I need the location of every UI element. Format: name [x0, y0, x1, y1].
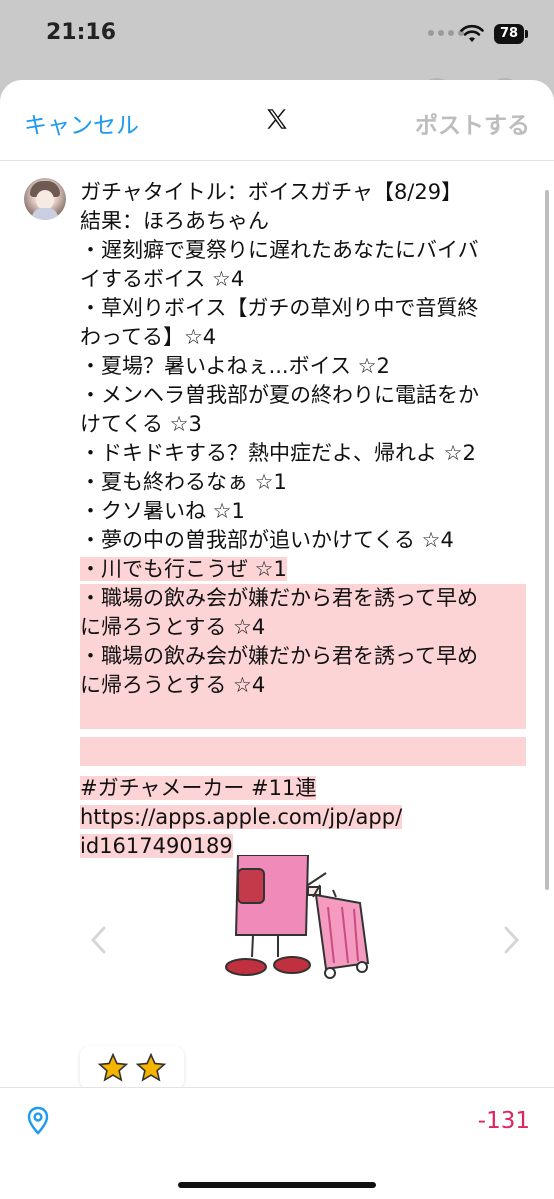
- cancel-button[interactable]: キャンセル: [24, 106, 139, 140]
- compose-sheet: キャンセル ポストする ガチャタイトル：ボイスガチャ【8/29】 結果：ほろあちゃ…: [0, 80, 554, 1199]
- star-icon: [97, 1052, 129, 1082]
- tweet-highlighted-text: ・川でも行こうぜ ☆1 ・職場の飲み会が嫌だから君を誘って早め に帰ろうとする ☆4…: [80, 555, 526, 861]
- tweet-line-highlighted: に帰ろうとする ☆4: [80, 671, 526, 700]
- tweet-line-highlighted: ・川でも行こうぜ ☆1: [80, 555, 526, 584]
- tweet-line: イするボイス ☆4: [80, 267, 245, 291]
- tweet-line: ・ドキドキする？熱中症だよ、帰れよ ☆2: [80, 441, 476, 465]
- tweet-line: ・夏も終わるなぁ ☆1: [80, 470, 287, 494]
- tweet-text-editor[interactable]: ガチャタイトル：ボイスガチャ【8/29】 結果：ほろあちゃん・遅刻癖で夏祭りに遅れ…: [80, 178, 526, 861]
- cellular-signal-icon: [428, 30, 464, 36]
- tweet-line: ・遅刻癖で夏祭りに遅れたあなたにバイバ: [80, 238, 479, 262]
- compose-toolbar: -131: [0, 1087, 554, 1199]
- character-count: -131: [477, 1108, 530, 1134]
- highlighted-text: に帰ろうとする ☆4: [80, 671, 526, 700]
- status-time: 21:16: [46, 20, 117, 45]
- battery-tip: [525, 30, 528, 38]
- tweet-line: ・メンヘラ曽我部が夏の終わりに電話をか: [80, 383, 479, 407]
- tweet-line: 結果：ほろあちゃん: [80, 209, 269, 233]
- gacha-image: [225, 855, 370, 979]
- highlighted-text: [80, 737, 526, 766]
- star-icon: [135, 1052, 167, 1082]
- tweet-line-highlighted: に帰ろうとする ☆4: [80, 613, 526, 642]
- highlighted-text: ・職場の飲み会が嫌だから君を誘って早め: [80, 584, 526, 613]
- wifi-icon: [460, 24, 484, 42]
- highlighted-text: https://apps.apple.com/jp/app/: [80, 805, 403, 829]
- tweet-line-highlighted: #ガチャメーカー #11連: [80, 774, 526, 803]
- battery-level: 78: [499, 26, 519, 41]
- tweet-line-highlighted: ・職場の飲み会が嫌だから君を誘って早め: [80, 584, 526, 613]
- tweet-line: ・夢の中の曽我部が追いかけてくる ☆4: [80, 528, 454, 552]
- chevron-left-icon[interactable]: [88, 925, 110, 955]
- tweet-line: ・クソ暑いね ☆1: [80, 499, 245, 523]
- scrollbar[interactable]: [545, 190, 549, 890]
- battery-icon: 78: [494, 24, 524, 44]
- x-logo-icon: [267, 109, 287, 129]
- tweet-line-highlighted: https://apps.apple.com/jp/app/: [80, 803, 526, 832]
- location-pin-icon[interactable]: [26, 1106, 50, 1136]
- media-preview[interactable]: [80, 855, 526, 1030]
- tweet-line-highlighted: ・職場の飲み会が嫌だから君を誘って早め: [80, 642, 526, 671]
- gacha-result-stars: [80, 1046, 184, 1090]
- highlighted-text: に帰ろうとする ☆4: [80, 613, 526, 642]
- compose-header: キャンセル ポストする: [0, 80, 554, 161]
- tweet-plain-text: ガチャタイトル：ボイスガチャ【8/29】 結果：ほろあちゃん・遅刻癖で夏祭りに遅れ…: [80, 178, 526, 555]
- home-indicator[interactable]: [178, 1182, 376, 1188]
- tweet-line: けてくる ☆3: [80, 412, 202, 436]
- chevron-right-icon[interactable]: [500, 925, 522, 955]
- highlighted-text: #ガチャメーカー #11連: [80, 776, 317, 800]
- tweet-line: ガチャタイトル：ボイスガチャ【8/29】: [80, 180, 463, 204]
- highlighted-text: ・職場の飲み会が嫌だから君を誘って早め: [80, 642, 526, 671]
- post-button[interactable]: ポストする: [415, 106, 530, 140]
- tweet-line-highlighted: [80, 700, 526, 737]
- tweet-line: ・草刈りボイス【ガチの草刈り中で音質終: [80, 296, 479, 320]
- tweet-line-highlighted: [80, 737, 526, 774]
- avatar[interactable]: [24, 178, 66, 220]
- tweet-line: わってる】☆4: [80, 325, 217, 349]
- tweet-line: ・夏場？暑いよねぇ...ボイス ☆2: [80, 354, 390, 378]
- highlighted-text: [80, 700, 526, 729]
- highlighted-text: ・川でも行こうぜ ☆1: [80, 557, 287, 581]
- status-bar: 21:16 78: [0, 0, 554, 70]
